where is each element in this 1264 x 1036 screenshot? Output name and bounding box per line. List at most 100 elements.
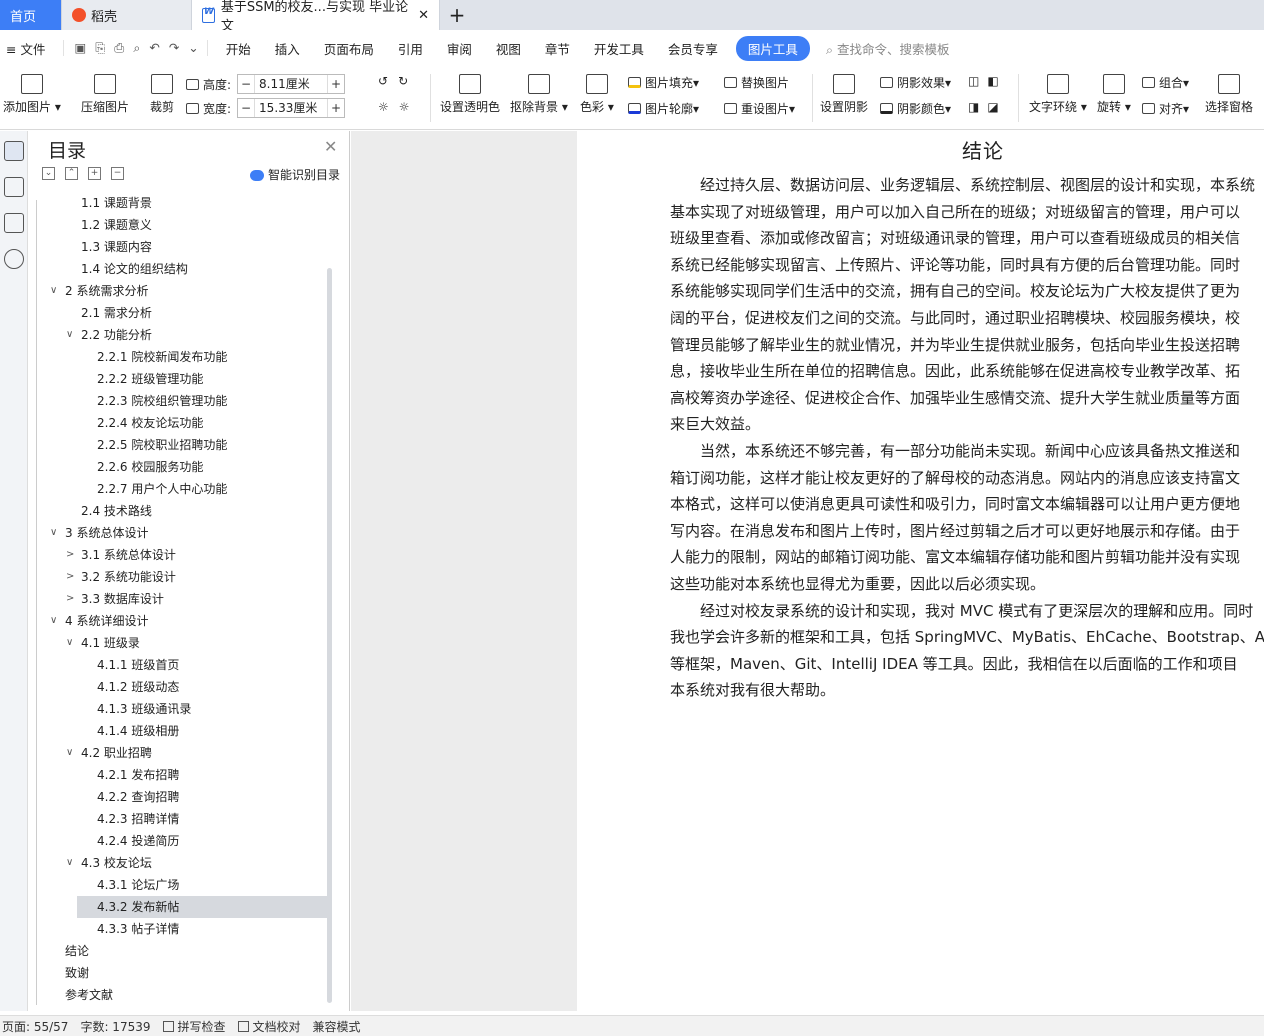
shadow-effect-button[interactable]: 阴影效果 ▾ bbox=[880, 74, 951, 91]
height-stepper[interactable]: −8.11厘米 + bbox=[237, 74, 346, 94]
menu-insert[interactable]: 插入 bbox=[263, 39, 312, 58]
toc-item[interactable]: 4.1.1 班级首页 bbox=[28, 654, 328, 676]
rotate-right-icon[interactable]: ↻ bbox=[398, 74, 408, 88]
command-search[interactable]: ⌕ 查找命令、搜索模板 bbox=[826, 39, 950, 58]
toc-item[interactable]: 2.2.5 院校职业招聘功能 bbox=[28, 434, 328, 456]
toc-item[interactable]: 2.2.4 校友论坛功能 bbox=[28, 412, 328, 434]
menu-view[interactable]: 视图 bbox=[484, 39, 533, 58]
toc-item[interactable]: 参考文献 bbox=[28, 984, 328, 1006]
toc-item[interactable]: 1.1 课题背景 bbox=[28, 192, 328, 214]
toc-item[interactable]: 4.3.2 发布新帖 bbox=[77, 896, 327, 918]
toc-item[interactable]: 2.2.2 班级管理功能 bbox=[28, 368, 328, 390]
toc-item[interactable]: 1.2 课题意义 bbox=[28, 214, 328, 236]
toc-item[interactable]: 结论 bbox=[28, 940, 328, 962]
menu-start[interactable]: 开始 bbox=[214, 39, 263, 58]
height-decrease[interactable]: − bbox=[238, 77, 254, 91]
menu-layout[interactable]: 页面布局 bbox=[312, 39, 386, 58]
toc-item[interactable]: 1.4 论文的组织结构 bbox=[28, 258, 328, 280]
group-button[interactable]: 组合 ▾ bbox=[1142, 74, 1189, 91]
nudge-down-icon[interactable]: ◪ bbox=[987, 100, 998, 114]
tab-daoke[interactable]: 稻壳 bbox=[62, 0, 192, 30]
toc-item[interactable]: 4.2.4 投递简历 bbox=[28, 830, 328, 852]
picture-outline-button[interactable]: 图片轮廓 ▾ bbox=[628, 100, 699, 117]
chevron-down-icon[interactable]: ∨ bbox=[66, 742, 73, 764]
brightness-down-icon[interactable]: ☼ bbox=[399, 100, 410, 114]
toc-item[interactable]: >3.3 数据库设计 bbox=[28, 588, 328, 610]
search-icon[interactable] bbox=[3, 249, 24, 269]
toc-item[interactable]: ∨ 4.2 职业招聘 bbox=[28, 742, 328, 764]
export-icon[interactable]: ⎘ bbox=[95, 40, 105, 56]
close-tab-icon[interactable]: ✕ bbox=[418, 8, 429, 23]
preview-icon[interactable]: ⌕ bbox=[133, 40, 140, 56]
chapter-panel-icon[interactable] bbox=[3, 177, 24, 197]
reset-image-button[interactable]: 重设图片 ▾ bbox=[724, 100, 795, 117]
shadow-color-button[interactable]: 阴影颜色 ▾ bbox=[880, 100, 951, 117]
menu-review[interactable]: 审阅 bbox=[435, 39, 484, 58]
save-icon[interactable]: ▣ bbox=[74, 40, 86, 56]
nudge-right-icon[interactable]: ◧ bbox=[987, 74, 998, 88]
tab-document[interactable]: 基于SSM的校友...与实现 毕业论文✕ bbox=[192, 0, 440, 34]
text-wrap-button[interactable]: 文字环绕 ▾ bbox=[1029, 74, 1087, 115]
width-stepper[interactable]: −15.33厘米 + bbox=[237, 98, 346, 118]
toc-item[interactable]: 2.2.3 院校组织管理功能 bbox=[28, 390, 328, 412]
toc-item[interactable]: 4.1.2 班级动态 bbox=[28, 676, 328, 698]
bookmark-icon[interactable] bbox=[3, 213, 24, 233]
toc-item[interactable]: 4.3.3 帖子详情 bbox=[28, 918, 328, 940]
chevron-down-icon[interactable]: ∨ bbox=[66, 632, 73, 654]
toc-item[interactable]: 2.2.1 院校新闻发布功能 bbox=[28, 346, 328, 368]
toc-scrollbar[interactable] bbox=[327, 268, 332, 1003]
chevron-right-icon[interactable]: > bbox=[66, 588, 74, 610]
toc-item[interactable]: 4.3.1 论坛广场 bbox=[28, 874, 328, 896]
width-decrease[interactable]: − bbox=[238, 101, 254, 115]
toc-item[interactable]: ∨ 2 系统需求分析 bbox=[28, 280, 328, 302]
collapse-all-icon[interactable]: ⌄ bbox=[42, 167, 55, 180]
menu-picture-tools[interactable]: 图片工具 bbox=[735, 35, 810, 61]
set-shadow-button[interactable]: 设置阴影 bbox=[820, 74, 868, 115]
remove-heading-icon[interactable]: − bbox=[111, 167, 124, 180]
menu-member[interactable]: 会员专享 bbox=[656, 39, 730, 58]
picture-fill-button[interactable]: 图片填充 ▾ bbox=[628, 74, 699, 91]
toc-item[interactable]: 4.2.2 查询招聘 bbox=[28, 786, 328, 808]
toc-item[interactable]: 4.1.3 班级通讯录 bbox=[28, 698, 328, 720]
align-button[interactable]: 对齐 ▾ bbox=[1142, 100, 1189, 117]
tab-home[interactable]: 首页 bbox=[0, 0, 62, 30]
toc-item[interactable]: 致谢 bbox=[28, 962, 328, 984]
chevron-right-icon[interactable]: > bbox=[66, 544, 74, 566]
toc-item[interactable]: 4.2.1 发布招聘 bbox=[28, 764, 328, 786]
toc-item[interactable]: 2.4 技术路线 bbox=[28, 500, 328, 522]
chevron-down-icon[interactable]: ∨ bbox=[50, 522, 57, 544]
toc-item[interactable]: 1.3 课题内容 bbox=[28, 236, 328, 258]
toc-item[interactable]: ∨ 4 系统详细设计 bbox=[28, 610, 328, 632]
color-button[interactable]: 色彩 ▾ bbox=[580, 74, 614, 115]
toc-item[interactable]: 4.2.3 招聘详情 bbox=[28, 808, 328, 830]
toc-item[interactable]: 4.1.4 班级相册 bbox=[28, 720, 328, 742]
width-increase[interactable]: + bbox=[328, 101, 344, 115]
spell-check-button[interactable]: 拼写检查 bbox=[162, 1018, 226, 1035]
compress-image-button[interactable]: 压缩图片 bbox=[81, 74, 129, 115]
print-icon[interactable]: ⎙ bbox=[114, 40, 124, 56]
add-image-button[interactable]: 添加图片 ▾ bbox=[3, 74, 61, 115]
chevron-right-icon[interactable]: > bbox=[66, 566, 74, 588]
replace-image-button[interactable]: 替换图片 bbox=[724, 74, 789, 91]
nudge-up-icon[interactable]: ◫ bbox=[968, 74, 979, 88]
file-menu[interactable]: ≡ 文件 bbox=[0, 39, 57, 58]
toc-item[interactable]: ∨ 4.3 校友论坛 bbox=[28, 852, 328, 874]
brightness-up-icon[interactable]: ☼ bbox=[378, 100, 389, 114]
expand-icon[interactable]: ⌃ bbox=[65, 167, 78, 180]
toc-item[interactable]: ∨ 2.2 功能分析 bbox=[28, 324, 328, 346]
redo-icon[interactable]: ↷ bbox=[169, 40, 179, 56]
toc-panel-icon[interactable] bbox=[3, 141, 24, 161]
smart-toc-button[interactable]: 智能识别目录 bbox=[250, 166, 340, 183]
document-page[interactable]: 结论 经过持久层、数据访问层、业务逻辑层、系统控制层、视图层的设计和实现，本系统… bbox=[577, 131, 1264, 1011]
toc-item[interactable]: ∨ 3 系统总体设计 bbox=[28, 522, 328, 544]
chevron-down-icon[interactable]: ∨ bbox=[50, 610, 57, 632]
selection-pane-button[interactable]: 选择窗格 bbox=[1205, 74, 1253, 115]
menu-chapter[interactable]: 章节 bbox=[533, 39, 582, 58]
crop-button[interactable]: 裁剪 bbox=[150, 74, 174, 115]
toc-item[interactable]: 2.1 需求分析 bbox=[28, 302, 328, 324]
word-count[interactable]: 字数: 17539 bbox=[80, 1018, 150, 1035]
toc-item[interactable]: >3.1 系统总体设计 bbox=[28, 544, 328, 566]
toc-item[interactable]: ∨ 4.1 班级录 bbox=[28, 632, 328, 654]
height-increase[interactable]: + bbox=[328, 77, 344, 91]
more-icon[interactable]: ⌄ bbox=[188, 40, 198, 56]
